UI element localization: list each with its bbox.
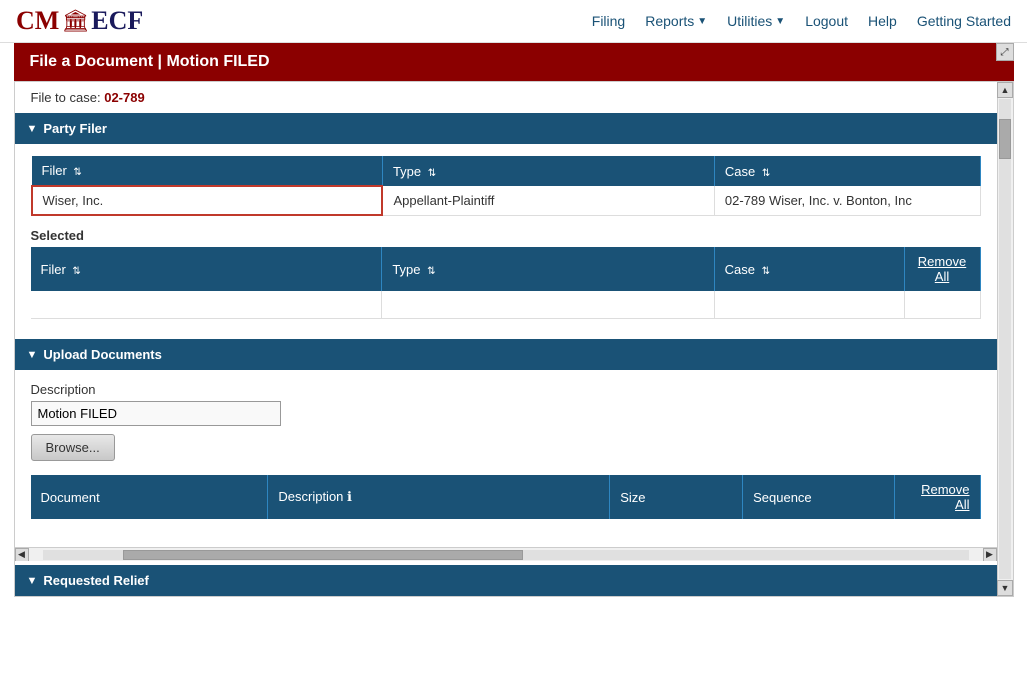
selected-section: Selected Filer ⇅ Type — [31, 228, 981, 319]
upload-documents-label: Upload Documents — [43, 347, 161, 362]
selected-case-sort: ⇅ — [762, 266, 770, 277]
selected-empty-type — [382, 291, 714, 319]
scroll-left-arrow[interactable]: ◀ — [15, 548, 29, 562]
nav-reports-label[interactable]: Reports — [645, 13, 694, 29]
selected-table-header-row: Filer ⇅ Type ⇅ Case ⇅ — [31, 247, 981, 291]
horizontal-scrollbar[interactable]: ◀ ▶ — [15, 547, 997, 561]
expand-button[interactable]: ⤢ — [996, 43, 1014, 61]
selected-label: Selected — [31, 228, 981, 243]
selected-filer-sort: ⇅ — [72, 266, 80, 277]
requested-relief-section: ▼ Requested Relief — [15, 565, 997, 596]
selected-filer-col[interactable]: Filer ⇅ — [31, 247, 382, 291]
requested-relief-label: Requested Relief — [43, 573, 148, 588]
file-to-case: File to case: 02-789 — [15, 82, 997, 113]
vertical-scroll-thumb[interactable] — [999, 119, 1011, 159]
selected-type-col[interactable]: Type ⇅ — [382, 247, 714, 291]
docs-empty-row — [31, 519, 981, 535]
info-icon: ℹ — [347, 489, 352, 504]
vertical-scrollbar[interactable]: ▲ ▼ — [997, 82, 1013, 596]
browse-button[interactable]: Browse... — [31, 434, 115, 461]
logo: CM 🏛 ECF — [16, 6, 143, 36]
party-filer-body: Filer ⇅ Type ⇅ Case ⇅ — [15, 144, 997, 331]
page-title: File a Document | Motion FILED — [30, 53, 270, 71]
filer-table-row[interactable]: Wiser, Inc. Appellant-Plaintiff 02-789 W… — [32, 186, 981, 215]
documents-table: Document Description ℹ Size Sequence Rem… — [31, 475, 981, 535]
type-sort-icon: ⇅ — [428, 168, 436, 179]
docs-empty-remove — [895, 519, 980, 535]
logo-icon: 🏛 — [61, 8, 89, 34]
content-wrapper: File to case: 02-789 ▼ Party Filer Fil — [14, 81, 1014, 597]
requested-relief-header[interactable]: ▼ Requested Relief — [15, 565, 997, 596]
title-bar: File a Document | Motion FILED — [14, 43, 1014, 81]
scroll-track — [43, 550, 969, 560]
nav-help[interactable]: Help — [868, 13, 897, 29]
type-value: Appellant-Plaintiff — [382, 186, 714, 215]
logo-ecf: ECF — [91, 6, 143, 36]
selected-type-sort: ⇅ — [427, 266, 435, 277]
nav-filing[interactable]: Filing — [592, 13, 625, 29]
nav-utilities-label[interactable]: Utilities — [727, 13, 772, 29]
filer-value: Wiser, Inc. — [32, 186, 383, 215]
party-filer-header[interactable]: ▼ Party Filer — [15, 113, 997, 144]
case-sort-icon: ⇅ — [762, 168, 770, 179]
nav-utilities[interactable]: Utilities ▼ — [727, 13, 785, 29]
type-col-header[interactable]: Type ⇅ — [382, 156, 714, 186]
file-to-case-label: File to case: — [31, 90, 101, 105]
scroll-thumb[interactable] — [123, 550, 523, 560]
doc-col-header: Document — [31, 475, 268, 519]
nav-logout[interactable]: Logout — [805, 13, 848, 29]
logo-cm: CM — [16, 6, 59, 36]
selected-remove-col: Remove All — [904, 247, 980, 291]
reports-dropdown-arrow: ▼ — [697, 16, 707, 27]
top-navigation: CM 🏛 ECF Filing Reports ▼ Utilities ▼ Lo… — [0, 0, 1027, 43]
requested-relief-toggle: ▼ — [27, 575, 38, 587]
scroll-down-button[interactable]: ▼ — [997, 580, 1013, 596]
docs-empty-doc — [31, 519, 268, 535]
upload-documents-toggle: ▼ — [27, 349, 38, 361]
upload-documents-header[interactable]: ▼ Upload Documents — [15, 339, 997, 370]
remove-all-button-party[interactable]: Remove All — [915, 254, 970, 284]
case-value: 02-789 Wiser, Inc. v. Bonton, Inc — [714, 186, 980, 215]
filer-col-header[interactable]: Filer ⇅ — [32, 156, 383, 186]
scroll-right-arrow[interactable]: ▶ — [983, 548, 997, 562]
filer-table: Filer ⇅ Type ⇅ Case ⇅ — [31, 156, 981, 216]
party-filer-label: Party Filer — [43, 121, 107, 136]
nav-links: Filing Reports ▼ Utilities ▼ Logout Help… — [592, 13, 1011, 29]
docs-empty-seq — [743, 519, 895, 535]
vertical-scroll-track — [999, 99, 1011, 579]
docs-table-header-row: Document Description ℹ Size Sequence Rem… — [31, 475, 981, 519]
sequence-col-header: Sequence — [743, 475, 895, 519]
upload-documents-body: Description Browse... Document Descripti… — [15, 370, 997, 547]
size-col-header: Size — [610, 475, 743, 519]
selected-table-empty-row — [31, 291, 981, 319]
main-wrapper: File a Document | Motion FILED File to c… — [14, 43, 1014, 597]
inner-content: File to case: 02-789 ▼ Party Filer Fil — [15, 82, 997, 596]
description-input[interactable] — [31, 401, 281, 426]
selected-empty-filer — [31, 291, 382, 319]
remove-all-docs-button[interactable]: Remove All — [921, 482, 969, 512]
party-filer-toggle: ▼ — [27, 123, 38, 135]
nav-reports[interactable]: Reports ▼ — [645, 13, 707, 29]
selected-table: Filer ⇅ Type ⇅ Case ⇅ — [31, 247, 981, 319]
selected-empty-case — [714, 291, 904, 319]
nav-getting-started[interactable]: Getting Started — [917, 13, 1011, 29]
selected-empty-remove — [904, 291, 980, 319]
party-filer-section: ▼ Party Filer Filer ⇅ — [15, 113, 997, 331]
filer-table-header-row: Filer ⇅ Type ⇅ Case ⇅ — [32, 156, 981, 186]
utilities-dropdown-arrow: ▼ — [775, 16, 785, 27]
filer-sort-icon: ⇅ — [73, 167, 81, 178]
case-number: 02-789 — [104, 90, 144, 105]
description-label: Description — [31, 382, 981, 397]
scroll-up-button[interactable]: ▲ — [997, 82, 1013, 98]
selected-case-col[interactable]: Case ⇅ — [714, 247, 904, 291]
remove-all-col-header: Remove All — [895, 475, 980, 519]
desc-col-header: Description ℹ — [268, 475, 610, 519]
case-col-header[interactable]: Case ⇅ — [714, 156, 980, 186]
docs-empty-desc — [268, 519, 610, 535]
upload-documents-section: ▼ Upload Documents Description Browse...… — [15, 339, 997, 547]
docs-empty-size — [610, 519, 743, 535]
